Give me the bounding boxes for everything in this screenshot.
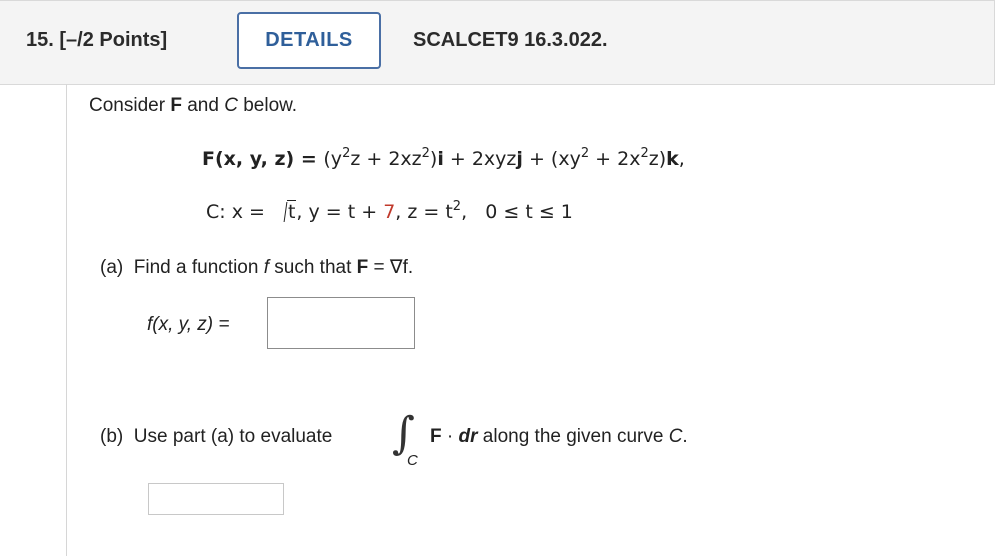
- problem-code: SCALCET9 16.3.022.: [413, 29, 608, 51]
- answer-b-input[interactable]: [148, 483, 284, 515]
- field-term: ,: [678, 148, 685, 170]
- field-term: + (xy: [522, 148, 581, 170]
- integral-subscript: C: [407, 452, 418, 469]
- unit-vector-k: k: [666, 148, 679, 170]
- sqrt-argument: t: [286, 200, 297, 223]
- intro-text: below.: [237, 95, 298, 116]
- field-exponent: 2: [421, 146, 430, 161]
- part-b-curve-C: C: [668, 426, 683, 447]
- integrand-dr: dr: [458, 426, 478, 447]
- field-term: + 2x: [589, 148, 641, 170]
- integral-sign: ∫: [392, 408, 415, 459]
- curve-range: , 0 ≤ t ≤ 1: [461, 201, 573, 223]
- answer-a-label: f(x, y, z) =: [147, 314, 230, 336]
- part-b-text: Use part (a) to evaluate: [123, 426, 333, 447]
- curve-term: , y = t +: [296, 201, 384, 223]
- curve-equation: C: x = t, y = t + 7, z = t2, 0 ≤ t ≤ 1: [206, 199, 573, 223]
- part-b-label: (b): [100, 426, 124, 447]
- intro-text: Consider: [89, 95, 171, 116]
- intro-text: and: [181, 95, 225, 116]
- part-a-text: such that: [268, 257, 357, 278]
- question-number: 15.: [26, 29, 54, 51]
- curve-constant: 7: [383, 201, 396, 223]
- curve-term: , z = t: [395, 201, 453, 223]
- sqrt-symbol: t: [271, 200, 297, 223]
- details-button[interactable]: DETAILS: [237, 12, 381, 69]
- part-b-prompt: (b) Use part (a) to evaluate: [100, 426, 332, 448]
- field-exponent: 2: [580, 146, 590, 161]
- part-a-label: (a): [100, 257, 124, 278]
- question-title: 15. [–/2 Points]: [26, 29, 167, 52]
- field-exponent: 2: [640, 146, 649, 161]
- intro-curve-C: C: [224, 95, 238, 116]
- field-term: + 2xyz: [443, 148, 517, 170]
- field-lhs: F(x, y, z) =: [202, 148, 324, 170]
- part-a-prompt: (a) Find a function f such that F = ∇f.: [100, 256, 413, 279]
- question-intro: Consider F and C below.: [89, 95, 297, 117]
- intro-vector-F: F: [170, 95, 182, 116]
- part-a-text: Find a function: [123, 257, 264, 278]
- curve-lhs: C: x =: [206, 201, 271, 223]
- points-label: [–/2 Points]: [59, 29, 168, 51]
- field-term: (y: [323, 148, 343, 170]
- part-a-text: = ∇f.: [368, 257, 414, 278]
- answer-a-input[interactable]: [267, 297, 415, 349]
- part-b-text: along the given curve: [477, 426, 669, 447]
- integrand-F: F: [430, 426, 442, 447]
- part-b-text: .: [682, 426, 688, 447]
- answer-a-label-text: f(x, y, z) =: [147, 314, 230, 335]
- part-a-vector-F: F: [356, 257, 369, 278]
- curve-exponent: 2: [452, 199, 462, 214]
- vector-field-equation: F(x, y, z) = (y2z + 2xz2)i + 2xyzj + (xy…: [202, 146, 685, 170]
- field-term: z + 2xz: [350, 148, 422, 170]
- content-divider: [66, 84, 67, 556]
- dot-operator: ·: [441, 426, 459, 447]
- integrand: F · dr along the given curve C.: [430, 426, 688, 448]
- field-term: z): [648, 148, 667, 170]
- question-header: 15. [–/2 Points] DETAILS SCALCET9 16.3.0…: [0, 0, 995, 85]
